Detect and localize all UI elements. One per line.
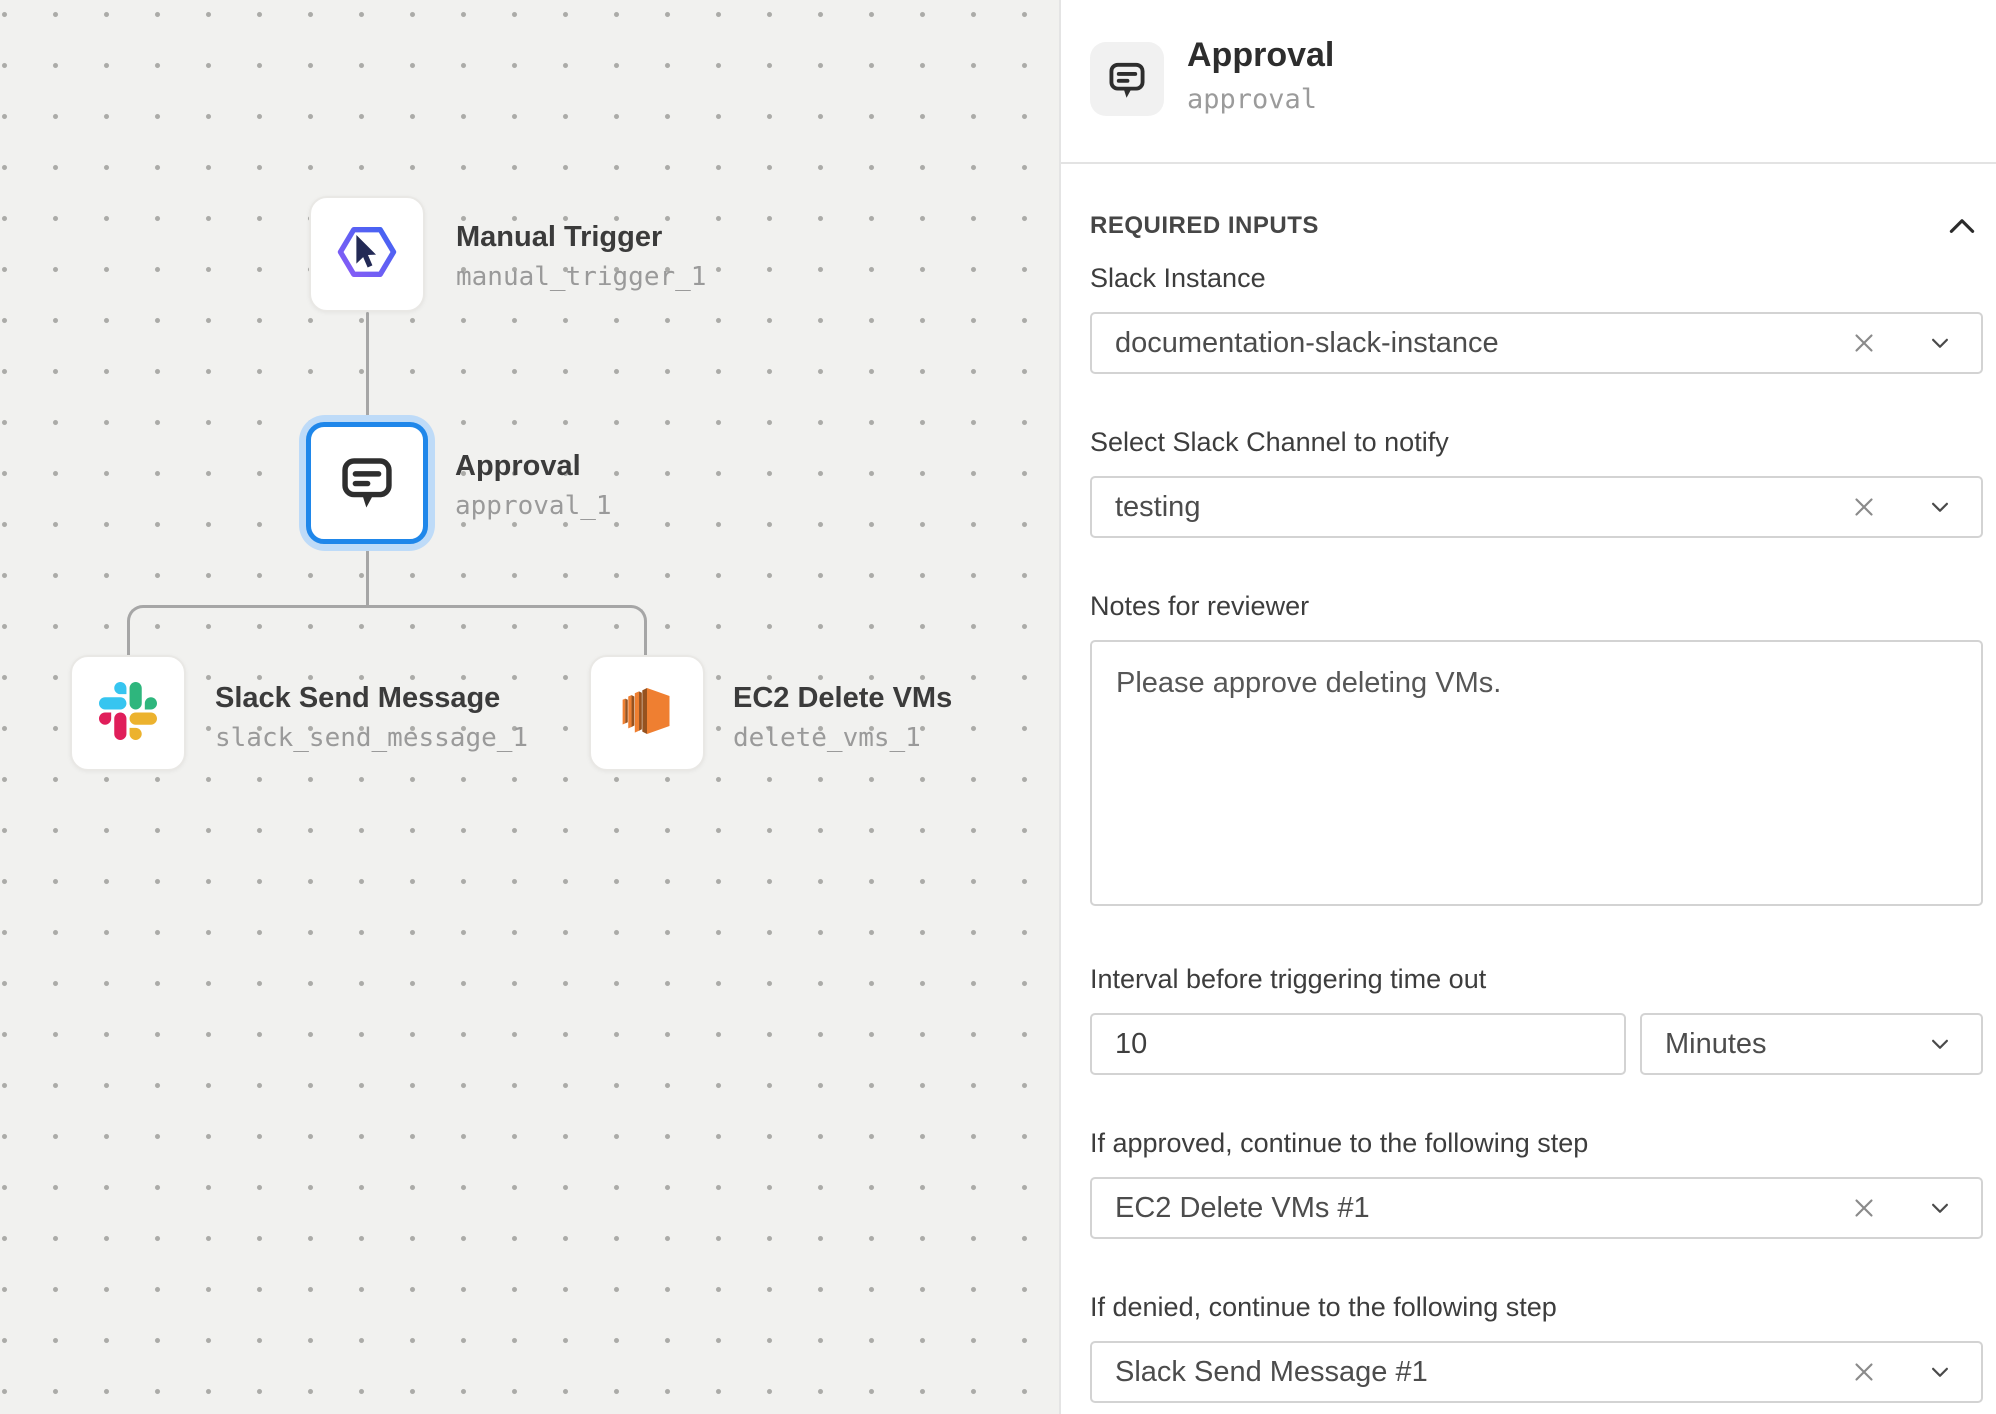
node-title: Slack Send Message (215, 681, 528, 715)
node-title: Manual Trigger (456, 220, 706, 254)
required-inputs-section-header: REQUIRED INPUTS (1090, 208, 1983, 244)
if-denied-label: If denied, continue to the following ste… (1090, 1291, 1983, 1323)
edge-approval-stem (366, 550, 369, 606)
if-denied-step-select[interactable]: Slack Send Message #1 (1090, 1341, 1983, 1403)
panel-body: REQUIRED INPUTS Slack Instance documenta… (1061, 208, 1996, 1403)
edge-trigger-to-approval (366, 312, 369, 416)
if-approved-value: EC2 Delete VMs #1 (1115, 1192, 1370, 1225)
node-manual-trigger[interactable] (309, 196, 425, 312)
node-title: Approval (455, 449, 612, 483)
chevron-down-icon[interactable] (1925, 1193, 1955, 1223)
chevron-down-icon[interactable] (1925, 328, 1955, 358)
section-title: REQUIRED INPUTS (1090, 212, 1319, 240)
node-title: EC2 Delete VMs (733, 681, 952, 715)
slack-instance-select[interactable]: documentation-slack-instance (1090, 312, 1983, 374)
manual-trigger-hexagon-cursor-icon (333, 218, 401, 291)
clear-icon[interactable] (1849, 1193, 1879, 1223)
panel-title: Approval (1187, 36, 1334, 75)
clear-icon[interactable] (1849, 328, 1879, 358)
node-label-ec2-delete-vms: EC2 Delete VMs delete_vms_1 (733, 681, 952, 753)
clear-icon[interactable] (1849, 492, 1879, 522)
panel-header: Approval approval (1061, 0, 1996, 164)
chevron-down-icon[interactable] (1925, 1029, 1955, 1059)
chevron-down-icon[interactable] (1925, 1357, 1955, 1387)
approval-speech-bubble-icon (1090, 42, 1164, 116)
node-approval-selection-halo (299, 415, 435, 551)
collapse-section-button[interactable] (1945, 212, 1979, 241)
clear-icon[interactable] (1849, 1357, 1879, 1387)
approval-speech-bubble-icon (336, 450, 398, 517)
interval-value-input[interactable] (1090, 1013, 1626, 1075)
chevron-down-icon[interactable] (1925, 492, 1955, 522)
node-label-manual-trigger: Manual Trigger manual_trigger_1 (456, 220, 706, 292)
chevron-up-icon (1945, 212, 1979, 241)
node-approval[interactable] (306, 422, 428, 544)
interval-unit-value: Minutes (1665, 1028, 1767, 1061)
node-id: approval_1 (455, 491, 612, 521)
slack-logo-icon (99, 682, 157, 745)
aws-ec2-icon (617, 681, 677, 746)
slack-channel-select[interactable]: testing (1090, 476, 1983, 538)
node-label-approval: Approval approval_1 (455, 449, 612, 521)
if-approved-step-select[interactable]: EC2 Delete VMs #1 (1090, 1177, 1983, 1239)
interval-label: Interval before triggering time out (1090, 963, 1983, 995)
node-label-slack-send-message: Slack Send Message slack_send_message_1 (215, 681, 528, 753)
edge-approval-branches (127, 605, 647, 655)
node-id: manual_trigger_1 (456, 262, 706, 292)
interval-row: Minutes (1090, 1013, 1983, 1075)
step-config-panel: Approval approval REQUIRED INPUTS Slack … (1059, 0, 1996, 1414)
node-slack-send-message[interactable] (70, 655, 186, 771)
node-id: slack_send_message_1 (215, 723, 528, 753)
slack-instance-value: documentation-slack-instance (1115, 327, 1499, 360)
notes-for-reviewer-label: Notes for reviewer (1090, 590, 1983, 622)
interval-unit-select[interactable]: Minutes (1640, 1013, 1983, 1075)
notes-for-reviewer-textarea[interactable]: Please approve deleting VMs. (1090, 640, 1983, 906)
slack-channel-label: Select Slack Channel to notify (1090, 426, 1983, 458)
if-approved-label: If approved, continue to the following s… (1090, 1127, 1983, 1159)
node-id: delete_vms_1 (733, 723, 952, 753)
workflow-canvas[interactable]: Manual Trigger manual_trigger_1 Approval… (0, 0, 1059, 1414)
panel-subtitle: approval (1187, 84, 1317, 115)
if-denied-value: Slack Send Message #1 (1115, 1356, 1428, 1389)
node-ec2-delete-vms[interactable] (589, 655, 705, 771)
slack-channel-value: testing (1115, 491, 1200, 524)
slack-instance-label: Slack Instance (1090, 262, 1983, 294)
